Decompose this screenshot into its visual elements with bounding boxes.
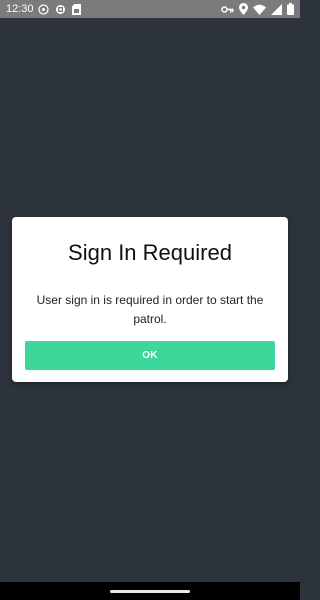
battery-icon (287, 3, 294, 15)
sim-card-icon (72, 3, 81, 15)
sign-in-required-dialog: Sign In Required User sign in is require… (12, 217, 288, 382)
dialog-message: User sign in is required in order to sta… (36, 293, 264, 326)
status-bar: 12:30 (0, 0, 300, 18)
dialog-title: Sign In Required (68, 240, 232, 265)
settings-notification-icon (38, 3, 49, 15)
navigation-bar (0, 582, 300, 600)
gear-icon (55, 4, 66, 15)
location-icon (239, 3, 248, 15)
home-indicator[interactable] (110, 590, 190, 593)
signal-icon (271, 3, 282, 15)
status-time: 12:30 (6, 3, 34, 15)
wifi-icon (253, 4, 266, 15)
vpn-key-icon (221, 5, 234, 14)
status-left-icons (38, 3, 81, 15)
ok-button[interactable]: OK (25, 341, 275, 370)
status-right-icons (221, 3, 294, 15)
